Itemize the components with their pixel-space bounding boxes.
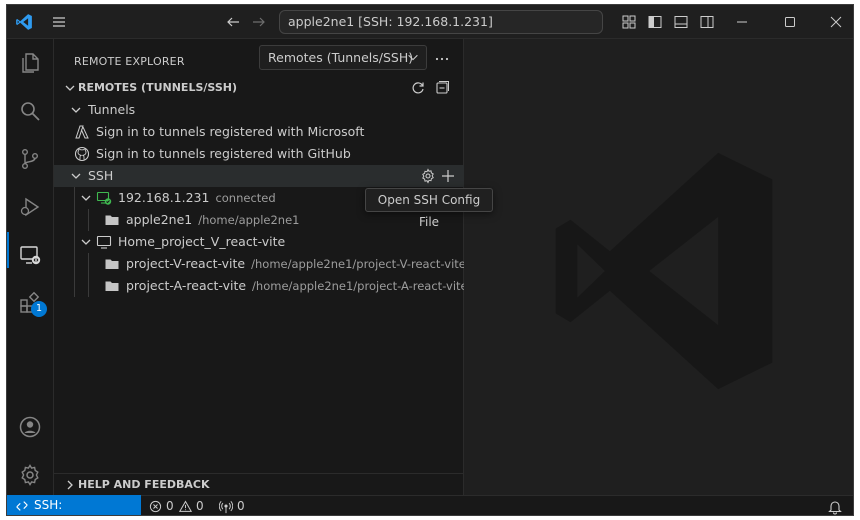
tunnels-label: Tunnels — [88, 102, 136, 117]
toggle-secondary-sidebar-icon[interactable] — [699, 14, 715, 30]
remotes-section-header[interactable]: REMOTES (TUNNELS/SSH) — [54, 77, 464, 99]
menu-icon[interactable] — [51, 14, 67, 30]
extensions-badge: 1 — [31, 301, 47, 317]
arrow-right-icon[interactable] — [251, 14, 267, 30]
folder-icon — [105, 281, 119, 291]
section-title: REMOTES (TUNNELS/SSH) — [78, 81, 237, 94]
ssh-host-row[interactable]: Home_project_V_react-vite — [54, 231, 464, 253]
chevron-down-icon — [65, 85, 75, 91]
gear-icon[interactable] — [420, 168, 436, 184]
monitor-connected-icon — [96, 191, 112, 205]
ssh-host-status: connected — [215, 191, 276, 205]
bell-icon[interactable] — [827, 499, 843, 515]
chevron-down-icon — [71, 173, 81, 179]
close-icon[interactable] — [827, 13, 845, 31]
folder-label: project-V-react-vite/home/apple2ne1/proj… — [126, 253, 466, 275]
tunnels-group[interactable]: Tunnels — [54, 99, 464, 121]
remote-label: SSH: 192.168.1.231 — [34, 498, 63, 512]
ports-count: 0 — [237, 499, 245, 513]
ports-icon — [219, 500, 233, 514]
minimize-icon[interactable] — [733, 13, 751, 31]
ssh-host-name: 192.168.1.231 — [118, 190, 210, 205]
ssh-folder-row[interactable]: project-A-react-vite/home/apple2ne1/proj… — [54, 275, 468, 297]
tunnel-item-label: Sign in to tunnels registered with Micro… — [96, 124, 365, 139]
search-icon[interactable] — [18, 99, 42, 123]
account-icon[interactable] — [18, 415, 42, 439]
settings-gear-icon[interactable] — [18, 463, 42, 487]
help-feedback-section-header[interactable]: HELP AND FEEDBACK — [54, 473, 464, 495]
run-debug-icon[interactable] — [18, 195, 42, 219]
status-bar: SSH: 192.168.1.231 0 0 0 — [7, 495, 853, 515]
remote-explorer-sidebar: REMOTE EXPLORER Remotes (Tunnels/SSH) RE… — [54, 39, 468, 495]
ssh-host-name: Home_project_V_react-vite — [118, 234, 286, 249]
chevron-right-icon — [67, 480, 73, 490]
remote-icon — [16, 501, 28, 511]
ssh-label: SSH — [88, 168, 114, 183]
activity-bar: 1 — [7, 39, 54, 495]
remote-indicator[interactable]: SSH: 192.168.1.231 — [7, 495, 141, 515]
title-bar: apple2ne1 [SSH: 192.168.1.231] — [7, 5, 853, 39]
chevron-down-icon — [408, 54, 418, 61]
ssh-folder-row[interactable]: project-V-react-vite/home/apple2ne1/proj… — [54, 253, 466, 275]
tunnel-signin-github[interactable]: Sign in to tunnels registered with GitHu… — [54, 143, 464, 165]
folder-name: apple2ne1 — [126, 212, 193, 227]
tunnel-signin-microsoft[interactable]: Sign in to tunnels registered with Micro… — [54, 121, 464, 143]
ssh-folder-row[interactable]: apple2ne1/home/apple2ne1 — [54, 209, 464, 231]
warning-count: 0 — [196, 499, 204, 513]
vscode-watermark-icon — [555, 152, 773, 390]
tunnel-item-label: Sign in to tunnels registered with GitHu… — [96, 146, 351, 161]
folder-name: project-A-react-vite — [126, 278, 247, 293]
add-icon[interactable] — [440, 168, 456, 184]
source-control-icon[interactable] — [18, 147, 42, 171]
azure-icon — [75, 125, 89, 139]
remotes-dropdown-value: Remotes (Tunnels/SSH) — [268, 50, 414, 65]
explorer-icon[interactable] — [18, 51, 42, 75]
monitor-icon — [96, 235, 112, 249]
editor-area — [464, 39, 853, 495]
command-center-search[interactable]: apple2ne1 [SSH: 192.168.1.231] — [279, 10, 603, 34]
arrow-left-icon[interactable] — [225, 14, 241, 30]
remotes-dropdown[interactable]: Remotes (Tunnels/SSH) — [259, 45, 427, 70]
remote-explorer-icon[interactable] — [18, 243, 42, 267]
vscode-logo-icon — [16, 14, 32, 30]
refresh-icon[interactable] — [410, 80, 426, 96]
warning-icon — [179, 500, 192, 512]
folder-name: project-V-react-vite — [126, 256, 246, 271]
folder-path: /home/apple2ne1/project-V-react-vite — [251, 257, 466, 271]
collapse-all-icon[interactable] — [434, 80, 450, 96]
toggle-primary-sidebar-icon[interactable] — [647, 14, 663, 30]
maximize-icon[interactable] — [781, 13, 799, 31]
help-feedback-title: HELP AND FEEDBACK — [78, 478, 210, 491]
chevron-down-icon — [81, 195, 91, 201]
folder-icon — [105, 259, 119, 269]
tooltip: Open SSH Config File — [365, 188, 493, 229]
error-count: 0 — [166, 499, 174, 513]
ssh-host-label: 192.168.1.231 connected — [118, 187, 276, 209]
error-icon — [149, 500, 162, 513]
sidebar-title: REMOTE EXPLORER — [74, 55, 185, 68]
toggle-panel-icon[interactable] — [673, 14, 689, 30]
github-icon — [74, 146, 90, 162]
customize-layout-icon[interactable] — [621, 14, 637, 30]
ssh-group[interactable]: SSH — [54, 165, 464, 187]
chevron-down-icon — [71, 107, 81, 113]
chevron-down-icon — [81, 239, 91, 245]
folder-path: /home/apple2ne1/project-A-react-vite — [252, 279, 468, 293]
folder-label: project-A-react-vite/home/apple2ne1/proj… — [126, 275, 468, 297]
folder-path: /home/apple2ne1 — [198, 213, 300, 227]
folder-label: apple2ne1/home/apple2ne1 — [126, 209, 299, 231]
folder-icon — [105, 215, 119, 225]
vscode-window: apple2ne1 [SSH: 192.168.1.231] 1 REMOTE … — [6, 4, 854, 516]
more-actions-icon[interactable] — [434, 51, 450, 67]
active-view-indicator — [7, 232, 9, 268]
